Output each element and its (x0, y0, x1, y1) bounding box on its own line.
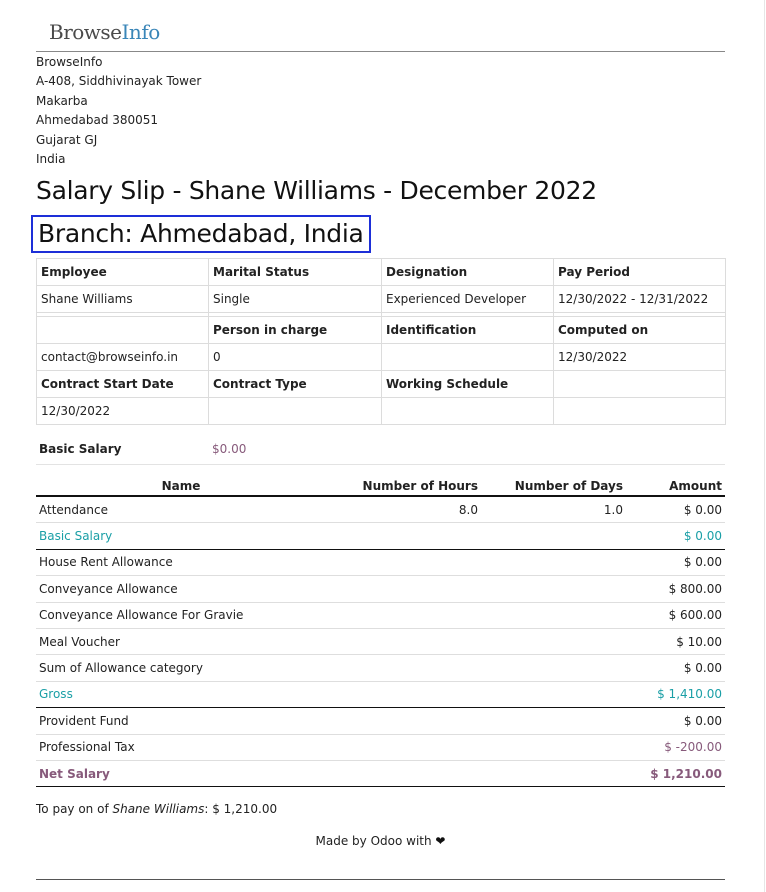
browseinfo-logo: BrowseInfo (49, 20, 160, 44)
footer-text: Made by Odoo with (315, 834, 432, 848)
table-row: Professional Tax $ -200.00 (36, 734, 725, 761)
line-name: Conveyance Allowance (36, 575, 326, 603)
contract-start-value: 12/30/2022 (36, 397, 209, 425)
address-line: Gujarat GJ (36, 132, 98, 147)
person-label: Person in charge (208, 316, 382, 344)
table-row: House Rent Allowance $ 0.00 (36, 549, 725, 577)
line-name: Net Salary (36, 760, 326, 788)
line-name: Meal Voucher (36, 628, 326, 656)
slip-title: Salary Slip - Shane Williams - December … (36, 176, 597, 205)
col-header-amount: Amount (626, 477, 725, 497)
designation-label: Designation (381, 258, 554, 286)
contract-type-label: Contract Type (208, 370, 382, 398)
schedule-value (381, 397, 554, 425)
line-amount: $ 0.00 (626, 549, 725, 577)
line-amount: $ 800.00 (626, 575, 725, 603)
line-hours: 8.0 (326, 496, 481, 524)
computed-label: Computed on (553, 316, 726, 344)
basic-salary-value: $0.00 (212, 442, 247, 456)
computed-value: 12/30/2022 (553, 343, 726, 371)
identification-value (381, 343, 554, 371)
heart-icon: ❤ (435, 834, 446, 848)
footer: Made by Odoo with ❤ (36, 834, 725, 848)
pay-period-value: 12/30/2022 - 12/31/2022 (553, 285, 726, 313)
line-amount: $ -200.00 (626, 734, 725, 761)
marital-label: Marital Status (208, 258, 382, 286)
col-header-name: Name (36, 477, 326, 497)
line-name: Provident Fund (36, 707, 326, 735)
empty-cell (36, 316, 209, 344)
basic-salary-label: Basic Salary (39, 442, 122, 456)
employee-label: Employee (36, 258, 209, 286)
line-amount: $ 600.00 (626, 602, 725, 629)
footer-rule (36, 879, 725, 880)
contract-type-value (208, 397, 382, 425)
empty-cell (553, 397, 726, 425)
person-value: 0 (208, 343, 382, 371)
address-line: Makarba (36, 93, 88, 108)
line-name: Professional Tax (36, 734, 326, 761)
contract-start-label: Contract Start Date (36, 370, 209, 398)
table-row: Conveyance Allowance For Gravie $ 600.00 (36, 602, 725, 629)
table-row: Attendance 8.0 1.0 $ 0.00 (36, 496, 725, 524)
designation-value: Experienced Developer (381, 285, 554, 313)
company-name: BrowseInfo (36, 55, 103, 69)
address-line: India (36, 152, 66, 167)
employee-value: Shane Williams (36, 285, 209, 313)
company-address: BrowseInfo A-408, Siddhivinayak Tower Ma… (36, 53, 201, 169)
col-header-hours: Number of Hours (326, 477, 481, 497)
line-amount: $ 0.00 (626, 496, 725, 524)
email-value: contact@browseinfo.in (36, 343, 209, 371)
line-name: Conveyance Allowance For Gravie (36, 602, 326, 629)
employee-info-table: Employee Marital Status Designation Pay … (36, 258, 726, 425)
pay-period-label: Pay Period (553, 258, 726, 286)
col-header-days: Number of Days (481, 477, 626, 497)
to-pay-line: To pay on of Shane Williams: $ 1,210.00 (36, 802, 278, 816)
page-edge (764, 0, 765, 892)
line-name: Basic Salary (36, 522, 326, 550)
table-row: Sum of Allowance category $ 0.00 (36, 654, 725, 682)
line-amount: $ 1,410.00 (626, 681, 725, 709)
table-row: Meal Voucher $ 10.00 (36, 628, 725, 656)
basic-salary-summary: Basic Salary $0.00 (36, 434, 725, 465)
table-row: Net Salary $ 1,210.00 (36, 760, 725, 788)
empty-cell (553, 370, 726, 398)
salary-slip-page: BrowseInfo BrowseInfo A-408, Siddhivinay… (0, 0, 766, 892)
line-name: House Rent Allowance (36, 549, 326, 577)
line-name: Sum of Allowance category (36, 654, 326, 682)
schedule-label: Working Schedule (381, 370, 554, 398)
branch-heading: Branch: Ahmedabad, India (31, 215, 371, 253)
line-amount: $ 0.00 (626, 522, 725, 550)
line-days: 1.0 (481, 496, 626, 524)
table-row: Gross $ 1,410.00 (36, 681, 725, 709)
line-amount: $ 0.00 (626, 707, 725, 735)
line-amount: $ 0.00 (626, 654, 725, 682)
line-name: Gross (36, 681, 326, 709)
line-name: Attendance (36, 496, 326, 524)
address-line: Ahmedabad 380051 (36, 113, 159, 128)
line-amount: $ 1,210.00 (626, 760, 725, 788)
address-line: A-408, Siddhivinayak Tower (36, 74, 202, 89)
marital-value: Single (208, 285, 382, 313)
table-row: Provident Fund $ 0.00 (36, 707, 725, 735)
payslip-lines-table: Name Number of Hours Number of Days Amou… (36, 477, 725, 788)
table-row: Basic Salary $ 0.00 (36, 522, 725, 550)
header-rule (36, 51, 725, 52)
line-amount: $ 10.00 (626, 628, 725, 656)
identification-label: Identification (381, 316, 554, 344)
table-row: Conveyance Allowance $ 800.00 (36, 575, 725, 603)
